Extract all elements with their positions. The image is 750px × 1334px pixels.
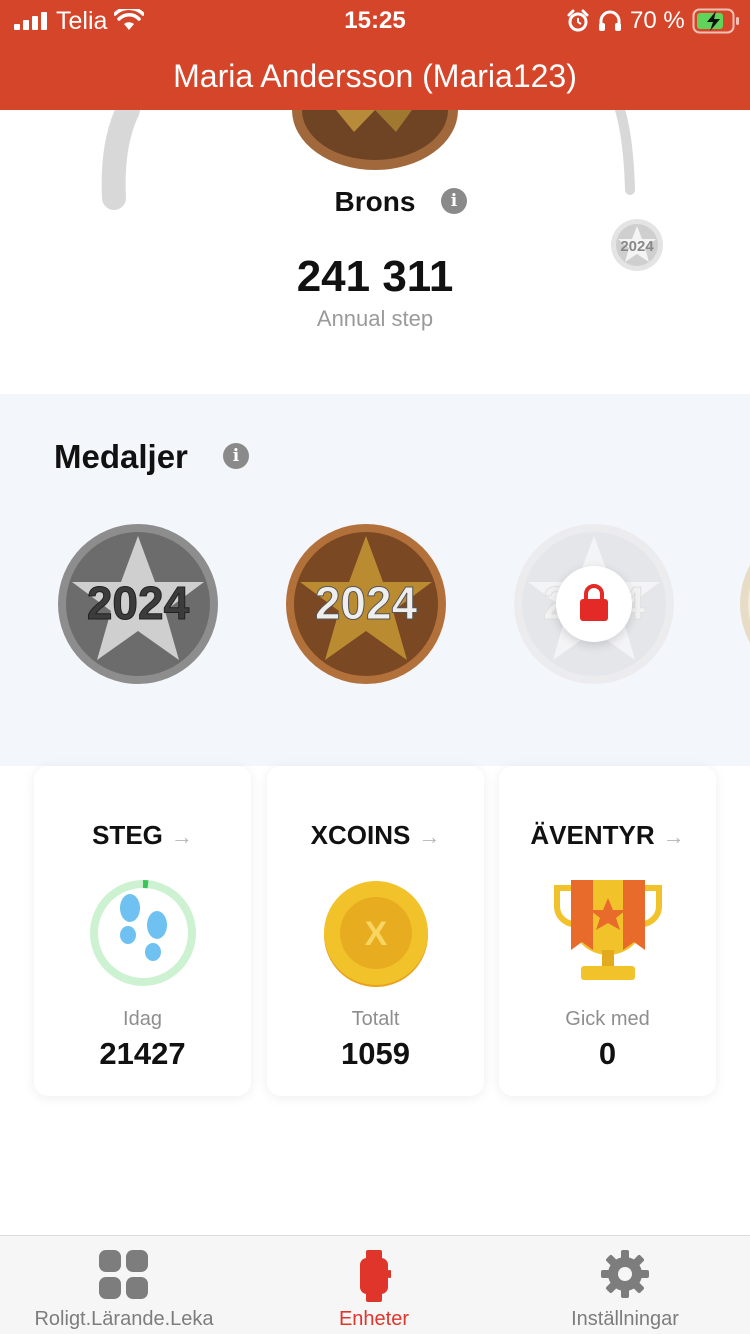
svg-text:X: X <box>365 915 388 953</box>
level-progress-section: Brons i 241 311 Annual step 2024 <box>0 110 750 394</box>
app-header: Telia 15:25 70 % Maria Andersson (Maria1… <box>0 0 750 110</box>
bronze-medal-icon: 2024 <box>286 524 446 684</box>
medals-info-icon[interactable]: i <box>223 443 249 469</box>
status-bar: Telia 15:25 70 % <box>0 0 750 42</box>
next-medal-partial <box>740 565 750 643</box>
trophy-icon <box>553 880 663 980</box>
headphones-icon <box>599 10 621 31</box>
grid-icon <box>99 1250 148 1299</box>
steps-card-value: 21427 <box>99 1036 186 1071</box>
lock-icon <box>580 584 608 621</box>
gear-icon <box>601 1250 649 1298</box>
medal-bronze[interactable]: 2024 <box>284 522 448 686</box>
tab-label: Inställningar <box>571 1308 679 1330</box>
tab-enheter[interactable]: Enheter <box>248 1236 500 1334</box>
level-name: Brons <box>334 186 416 217</box>
footsteps-icon <box>90 880 196 986</box>
medals-title: Medaljer <box>54 438 188 475</box>
battery-percent: 70 % <box>630 7 685 34</box>
tab-bar: Roligt.Lärande.Leka Enheter Inställninga… <box>0 1235 750 1334</box>
adventures-card-label: Gick med <box>565 1008 650 1030</box>
arrow-right-icon: → <box>170 824 193 849</box>
adventures-card-title: ÄVENTYR → <box>530 820 685 850</box>
xcoin-icon: X <box>324 881 428 987</box>
battery-icon <box>692 8 739 34</box>
svg-text:2024: 2024 <box>620 238 654 255</box>
user-title: Maria Andersson (Maria123) <box>173 58 577 94</box>
adventures-card-value: 0 <box>598 1036 617 1071</box>
next-medal-icon: 2024 <box>611 219 663 271</box>
bronze-level-medal-icon <box>292 110 458 170</box>
xcoins-card-title: XCOINS → <box>310 820 441 850</box>
alarm-icon <box>567 9 589 32</box>
tab-label: Roligt.Lärande.Leka <box>34 1308 214 1330</box>
medal-silver[interactable]: 2024 <box>56 522 220 686</box>
arrow-right-icon: → <box>418 824 441 849</box>
lock-badge <box>556 566 632 642</box>
silver-medal-icon: 2024 <box>58 524 218 684</box>
arrow-right-icon: → <box>662 824 685 849</box>
xcoins-card-label: Totalt <box>351 1008 400 1030</box>
level-info-icon[interactable]: i <box>441 188 467 214</box>
steps-card-label: Idag <box>123 1008 162 1030</box>
svg-text:2024: 2024 <box>315 577 418 629</box>
watch-icon <box>360 1250 391 1302</box>
steps-card[interactable]: STEG → Idag 21427 <box>34 766 251 1096</box>
adventures-card[interactable]: ÄVENTYR → Gick med 0 <box>499 766 716 1096</box>
steps-card-title: STEG → <box>92 820 193 850</box>
tab-label: Enheter <box>338 1308 410 1330</box>
xcoins-card-value: 1059 <box>341 1036 410 1071</box>
tab-roligt-larande-leka[interactable]: Roligt.Lärande.Leka <box>0 1236 248 1334</box>
annual-step-label: Annual step <box>316 306 434 331</box>
tab-installningar[interactable]: Inställningar <box>500 1236 750 1334</box>
xcoins-card[interactable]: XCOINS → X Totalt 1059 <box>267 766 484 1096</box>
svg-text:2024: 2024 <box>87 577 190 629</box>
medal-locked[interactable]: 2024 <box>512 522 676 686</box>
medals-section: Medaljer i 2024 2024 2024 <box>0 394 750 766</box>
